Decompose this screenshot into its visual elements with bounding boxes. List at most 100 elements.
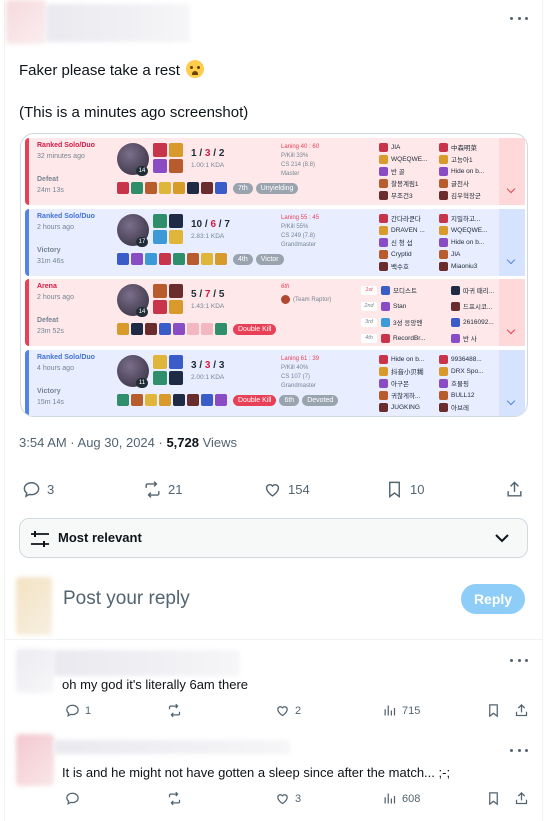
player-entry[interactable]: WQEQWE... bbox=[439, 224, 501, 236]
player-entry[interactable]: 中森明菜 bbox=[439, 141, 501, 153]
item-icon bbox=[159, 394, 171, 406]
expand-match-button[interactable] bbox=[499, 350, 525, 416]
reply-share-button[interactable] bbox=[514, 791, 529, 806]
arena-standing-row[interactable]: 1st 모디스트 따귀 때리... bbox=[361, 282, 494, 298]
reply-author-blurred[interactable] bbox=[54, 650, 240, 676]
assists: 7 bbox=[224, 219, 230, 230]
player-champion-icon bbox=[379, 225, 388, 235]
player-champion-icon bbox=[381, 333, 390, 343]
item-icon bbox=[145, 394, 157, 406]
reply-more-icon[interactable] bbox=[510, 746, 528, 754]
player-entry[interactable]: DRAVEN ... bbox=[379, 224, 441, 236]
expand-match-button[interactable] bbox=[499, 279, 525, 346]
player-entry[interactable]: 9936488... bbox=[439, 353, 501, 365]
expand-match-button[interactable] bbox=[499, 138, 525, 205]
assists: 5 bbox=[218, 289, 225, 300]
match-queue: Ranked Solo/Duo bbox=[37, 142, 95, 149]
player-champion-icon bbox=[439, 366, 448, 376]
crying-face-emoji-icon bbox=[186, 60, 205, 78]
player-entry[interactable]: Cryptid bbox=[379, 248, 441, 260]
reply-repost-button[interactable] bbox=[167, 791, 182, 806]
match-row[interactable]: Ranked Solo/Duo 4 hours ago Victory 15m 14s… bbox=[25, 350, 525, 416]
player-entry[interactable]: 글천사 bbox=[439, 177, 501, 189]
more-options-icon[interactable] bbox=[510, 14, 528, 22]
team-player-list: JIA WQEQWE... 반 골 찰봉계림1 무조건3 bbox=[379, 141, 441, 201]
share-icon bbox=[515, 791, 528, 805]
summoner-spell-icon bbox=[153, 355, 167, 369]
analytics-icon bbox=[384, 793, 396, 804]
player-champion-icon bbox=[439, 213, 448, 223]
player-champion-icon bbox=[379, 166, 388, 176]
reply-views-button[interactable]: 608 bbox=[382, 791, 420, 806]
item-icon bbox=[159, 253, 171, 265]
item-icon bbox=[131, 323, 143, 335]
repost-button[interactable]: 21 bbox=[143, 480, 182, 499]
player-entry[interactable]: 무조건3 bbox=[379, 189, 441, 201]
player-entry[interactable]: Hide on b... bbox=[439, 236, 501, 248]
player-entry[interactable]: Miaoniu3 bbox=[439, 260, 501, 272]
player-entry[interactable]: 지밀하고... bbox=[439, 212, 501, 224]
assists: 2 bbox=[218, 148, 225, 159]
reply-item[interactable]: oh my god it's literally 6am there 1 2 7… bbox=[4, 641, 543, 734]
reply-views-button[interactable]: 715 bbox=[382, 703, 420, 718]
arena-standing-row[interactable]: 2nd Stan 드프시코... bbox=[361, 298, 494, 314]
player-entry[interactable]: 귀찮게하... bbox=[379, 389, 441, 401]
player-entry[interactable]: 고능아1 bbox=[439, 153, 501, 165]
reply-author-blurred[interactable] bbox=[54, 740, 290, 754]
like-button[interactable]: 154 bbox=[263, 480, 310, 499]
reply-item[interactable]: It is and he might not have gotten a sle… bbox=[4, 734, 543, 821]
player-name: BULL12 bbox=[451, 391, 475, 399]
reply-avatar-blurred[interactable] bbox=[16, 649, 54, 693]
match-row[interactable]: Arena 2 hours ago Defeat 23m 52s 14 5 / 7 / 5… bbox=[25, 279, 525, 346]
reply-sort-dropdown[interactable]: Most relevant bbox=[19, 518, 528, 558]
player-entry[interactable]: 백수호 bbox=[379, 260, 441, 272]
match-row[interactable]: Ranked Solo/Duo 2 hours ago Victory 31m 46s… bbox=[25, 209, 525, 276]
arena-standing-row[interactable]: 4th RecordBr... 반 사 bbox=[361, 330, 494, 346]
deaths: 6 bbox=[210, 219, 217, 230]
reply-count: 3 bbox=[47, 482, 55, 497]
arena-standing-row[interactable]: 3rd 3성 응앙멘 2616092... bbox=[361, 314, 494, 330]
player-entry[interactable]: 아브레 bbox=[439, 401, 501, 413]
share-button[interactable] bbox=[505, 480, 524, 499]
player-entry[interactable]: 아구몬 bbox=[379, 377, 441, 389]
player-entry[interactable]: BULL12 bbox=[439, 389, 501, 401]
author-avatar-blurred[interactable] bbox=[6, 0, 46, 44]
match-stats: Laning 61 : 39 P/Kill 40% CS 107 (7) Grandm… bbox=[281, 355, 319, 391]
reply-input[interactable]: Post your reply bbox=[63, 588, 190, 610]
match-history-image[interactable]: Ranked Solo/Duo 32 minutes ago Defeat 24m 1… bbox=[20, 133, 528, 417]
reply-like-button[interactable]: 3 bbox=[275, 791, 301, 806]
reply-submit-button[interactable]: Reply bbox=[461, 584, 525, 614]
player-entry[interactable]: 간다라쿤다 bbox=[379, 212, 441, 224]
expand-match-button[interactable] bbox=[499, 209, 525, 276]
player-entry[interactable]: JIA bbox=[379, 141, 441, 153]
match-row[interactable]: Ranked Solo/Duo 32 minutes ago Defeat 24m 1… bbox=[25, 138, 525, 205]
player-entry[interactable]: 신 청 섭 bbox=[379, 236, 441, 248]
reply-avatar-blurred[interactable] bbox=[16, 734, 54, 786]
reply-reply-button[interactable] bbox=[65, 791, 80, 806]
player-entry[interactable]: JIA bbox=[439, 248, 501, 260]
reply-share-button[interactable] bbox=[514, 703, 529, 718]
reply-reply-button[interactable]: 1 bbox=[65, 703, 91, 718]
match-queue: Ranked Solo/Duo bbox=[37, 354, 95, 361]
reply-bookmark-button[interactable] bbox=[486, 703, 501, 718]
player-entry[interactable]: JUGKING bbox=[379, 401, 441, 413]
bookmark-button[interactable]: 10 bbox=[385, 480, 424, 499]
player-entry[interactable]: Hide on b... bbox=[439, 165, 501, 177]
post-timestamp[interactable]: 3:54 AM · Aug 30, 2024 · bbox=[19, 435, 166, 450]
reply-bookmark-button[interactable] bbox=[486, 791, 501, 806]
player-entry[interactable]: 찰봉계림1 bbox=[379, 177, 441, 189]
player-entry[interactable]: 반 골 bbox=[379, 165, 441, 177]
player-entry[interactable]: DRX Spo... bbox=[439, 365, 501, 377]
player-entry[interactable]: Hide on b... bbox=[379, 353, 441, 365]
player-champion-icon bbox=[451, 301, 460, 311]
player-entry[interactable]: WQEQWE... bbox=[379, 153, 441, 165]
reply-button[interactable]: 3 bbox=[22, 480, 54, 499]
reply-repost-button[interactable] bbox=[167, 703, 182, 718]
reply-like-button[interactable]: 2 bbox=[275, 703, 301, 718]
reply-more-icon[interactable] bbox=[510, 656, 528, 664]
item-build bbox=[117, 323, 227, 335]
player-entry[interactable]: 흐물핑 bbox=[439, 377, 501, 389]
player-entry[interactable]: 抖音小贝糊 bbox=[379, 365, 441, 377]
player-entry[interactable]: 김우혁장군 bbox=[439, 189, 501, 201]
author-name-blurred[interactable] bbox=[46, 4, 190, 42]
